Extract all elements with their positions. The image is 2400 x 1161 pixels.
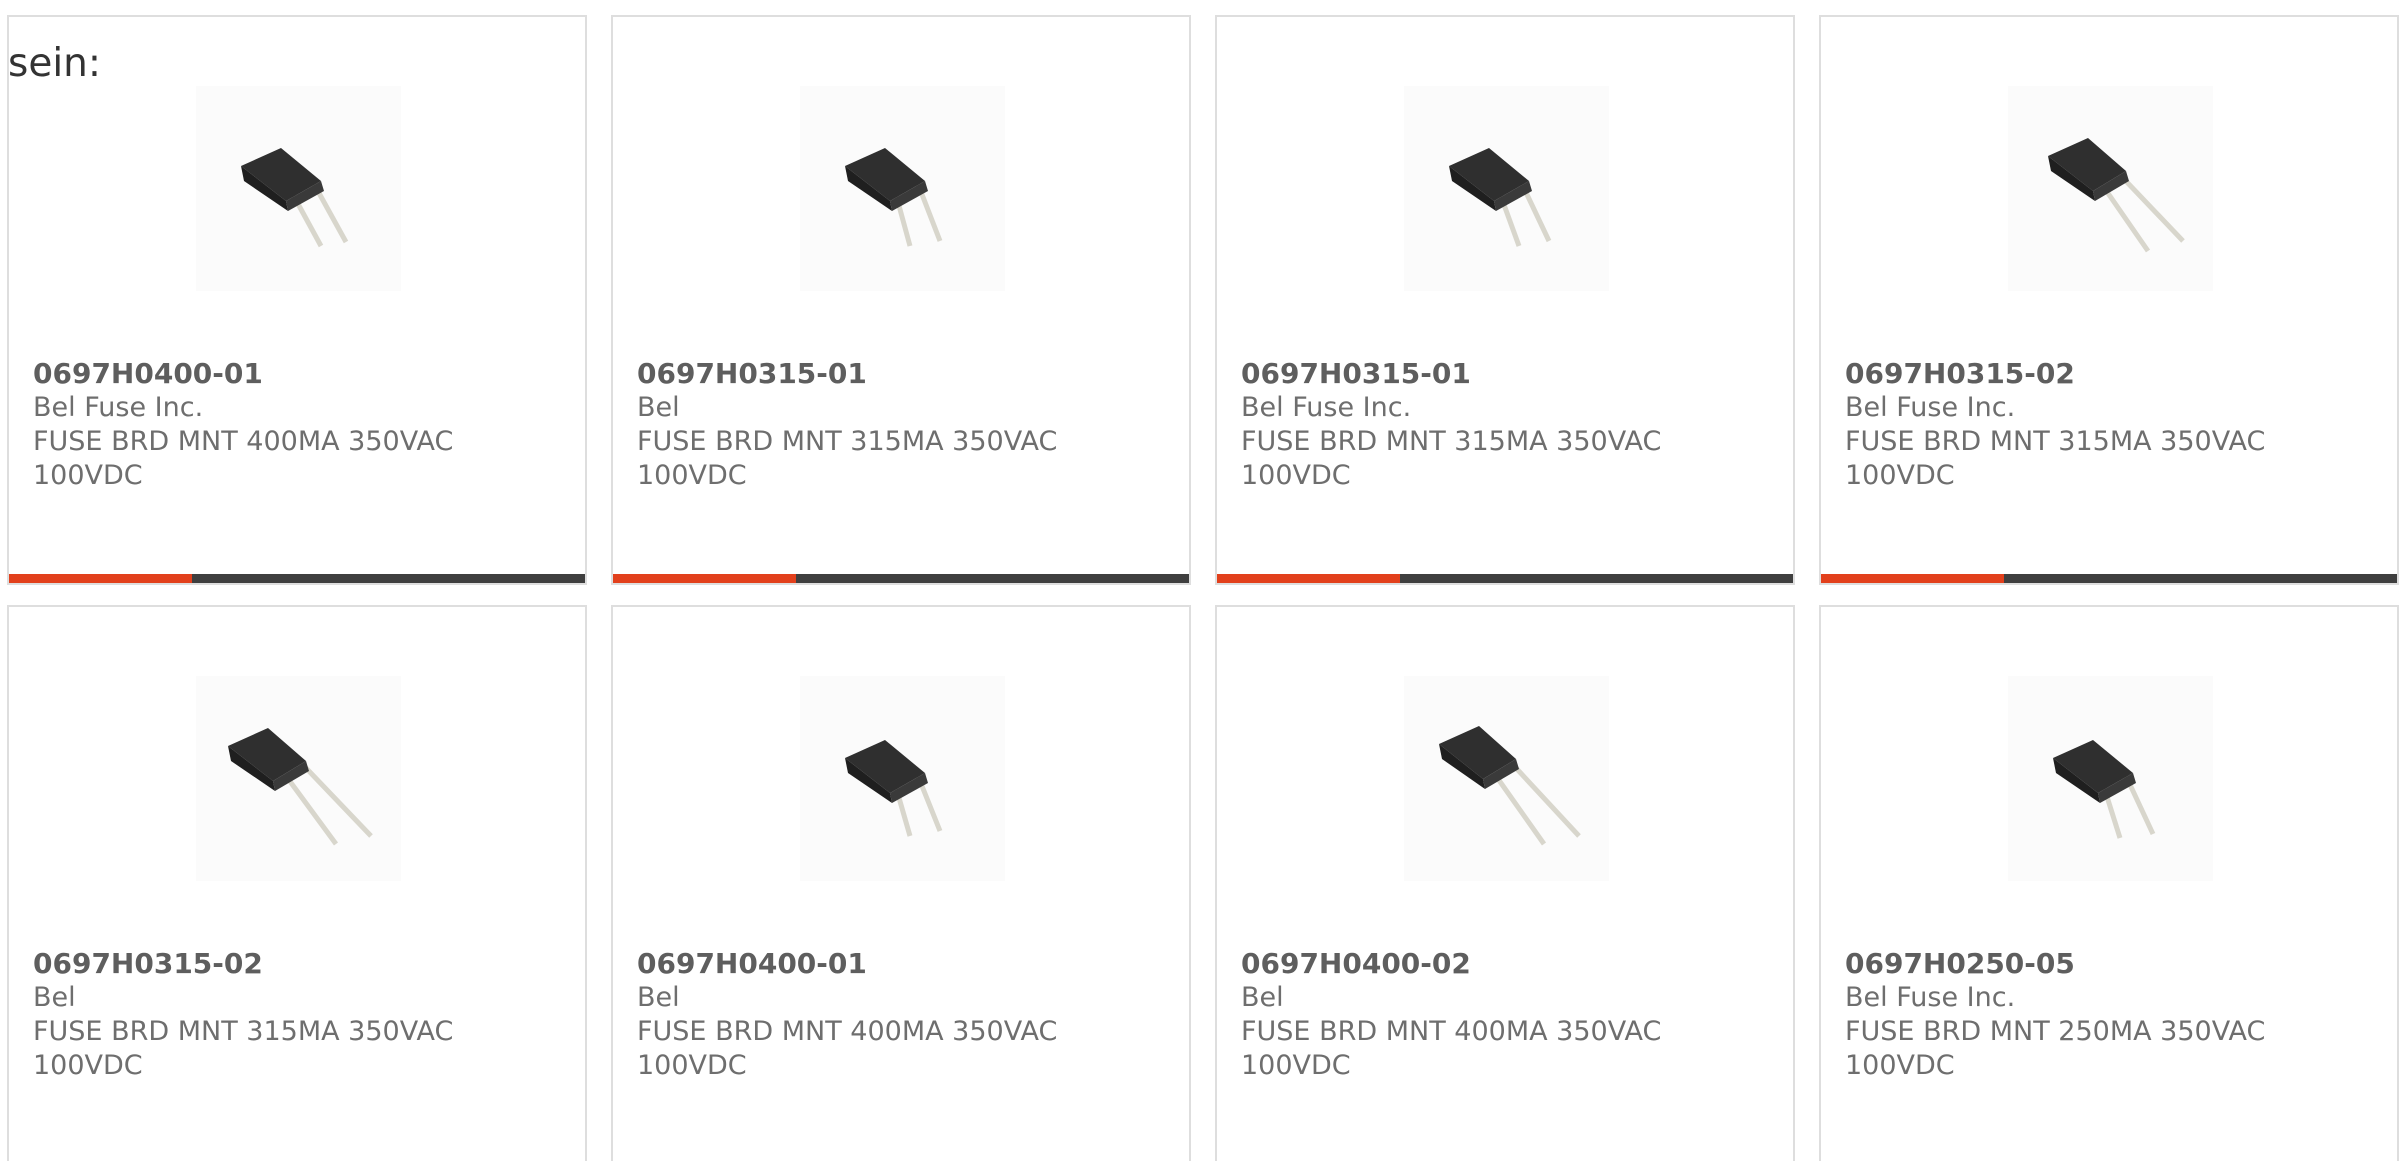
product-info: 0697H0315-02 Bel FUSE BRD MNT 315MA 350V… — [33, 947, 569, 1083]
description: FUSE BRD MNT 400MA 350VAC 100VDC — [33, 426, 454, 491]
part-number[interactable]: 0697H0400-01 — [33, 357, 569, 391]
bar-rest — [796, 574, 1189, 583]
part-number[interactable]: 0697H0250-05 — [1845, 947, 2381, 981]
description: FUSE BRD MNT 250MA 350VAC 100VDC — [1845, 1016, 2266, 1081]
manufacturer: Bel Fuse Inc. — [1845, 982, 2016, 1013]
bar-rest — [192, 574, 585, 583]
product-image[interactable] — [1404, 86, 1609, 291]
manufacturer: Bel — [33, 982, 76, 1013]
fuse-component-icon — [845, 740, 943, 837]
fuse-component-icon — [241, 148, 349, 248]
product-image[interactable] — [196, 676, 401, 881]
fuse-component-icon — [845, 148, 943, 247]
manufacturer: Bel — [637, 982, 680, 1013]
card-bottom-bar — [613, 574, 1189, 583]
fuse-component-icon — [1449, 148, 1552, 247]
card-bottom-bar — [1217, 574, 1793, 583]
fuse-component-icon — [2048, 138, 2185, 253]
product-card[interactable]: 0697H0400-01 Bel FUSE BRD MNT 400MA 350V… — [611, 605, 1191, 1161]
product-info: 0697H0315-01 Bel Fuse Inc. FUSE BRD MNT … — [1241, 357, 1777, 493]
description: FUSE BRD MNT 315MA 350VAC 100VDC — [1241, 426, 1662, 491]
description: FUSE BRD MNT 315MA 350VAC 100VDC — [1845, 426, 2266, 491]
description: FUSE BRD MNT 400MA 350VAC 100VDC — [1241, 1016, 1662, 1081]
product-info: 0697H0250-05 Bel Fuse Inc. FUSE BRD MNT … — [1845, 947, 2381, 1083]
part-number[interactable]: 0697H0400-01 — [637, 947, 1173, 981]
product-card[interactable]: 0697H0315-02 Bel FUSE BRD MNT 315MA 350V… — [7, 605, 587, 1161]
product-card[interactable]: 0697H0400-02 Bel FUSE BRD MNT 400MA 350V… — [1215, 605, 1795, 1161]
part-number[interactable]: 0697H0315-02 — [33, 947, 569, 981]
manufacturer: Bel Fuse Inc. — [33, 392, 204, 423]
product-card[interactable]: 0697H0315-01 Bel FUSE BRD MNT 315MA 350V… — [611, 15, 1191, 585]
part-number[interactable]: 0697H0315-01 — [1241, 357, 1777, 391]
product-image[interactable] — [800, 86, 1005, 291]
fuse-component-icon — [228, 728, 373, 846]
bar-rest — [2004, 574, 2397, 583]
product-card[interactable]: 0697H0400-01 Bel Fuse Inc. FUSE BRD MNT … — [7, 15, 587, 585]
manufacturer: Bel — [637, 392, 680, 423]
bar-accent — [1217, 574, 1400, 583]
product-info: 0697H0400-01 Bel FUSE BRD MNT 400MA 350V… — [637, 947, 1173, 1083]
product-image[interactable] — [2008, 86, 2213, 291]
product-info: 0697H0315-02 Bel Fuse Inc. FUSE BRD MNT … — [1845, 357, 2381, 493]
description: FUSE BRD MNT 315MA 350VAC 100VDC — [637, 426, 1058, 491]
part-number[interactable]: 0697H0315-02 — [1845, 357, 2381, 391]
product-image[interactable] — [196, 86, 401, 291]
product-image[interactable] — [800, 676, 1005, 881]
product-info: 0697H0400-01 Bel Fuse Inc. FUSE BRD MNT … — [33, 357, 569, 493]
product-card[interactable]: 0697H0315-02 Bel Fuse Inc. FUSE BRD MNT … — [1819, 15, 2399, 585]
fuse-component-icon — [1439, 726, 1581, 846]
product-card[interactable]: 0697H0315-01 Bel Fuse Inc. FUSE BRD MNT … — [1215, 15, 1795, 585]
description: FUSE BRD MNT 315MA 350VAC 100VDC — [33, 1016, 454, 1081]
intro-text: sein: — [8, 41, 102, 86]
product-listing-page: sein: 0697H0400-01 Bel Fuse Inc. FUSE BR… — [0, 0, 2400, 1161]
product-info: 0697H0315-01 Bel FUSE BRD MNT 315MA 350V… — [637, 357, 1173, 493]
manufacturer: Bel Fuse Inc. — [1241, 392, 1412, 423]
product-card[interactable]: 0697H0250-05 Bel Fuse Inc. FUSE BRD MNT … — [1819, 605, 2399, 1161]
product-image[interactable] — [2008, 676, 2213, 881]
fuse-component-icon — [2053, 740, 2156, 839]
part-number[interactable]: 0697H0315-01 — [637, 357, 1173, 391]
part-number[interactable]: 0697H0400-02 — [1241, 947, 1777, 981]
bar-accent — [613, 574, 796, 583]
bar-accent — [1821, 574, 2004, 583]
card-bottom-bar — [1821, 574, 2397, 583]
description: FUSE BRD MNT 400MA 350VAC 100VDC — [637, 1016, 1058, 1081]
manufacturer: Bel — [1241, 982, 1284, 1013]
manufacturer: Bel Fuse Inc. — [1845, 392, 2016, 423]
bar-accent — [9, 574, 192, 583]
product-grid: 0697H0400-01 Bel Fuse Inc. FUSE BRD MNT … — [7, 15, 2399, 1161]
bar-rest — [1400, 574, 1793, 583]
product-info: 0697H0400-02 Bel FUSE BRD MNT 400MA 350V… — [1241, 947, 1777, 1083]
product-image[interactable] — [1404, 676, 1609, 881]
card-bottom-bar — [9, 574, 585, 583]
